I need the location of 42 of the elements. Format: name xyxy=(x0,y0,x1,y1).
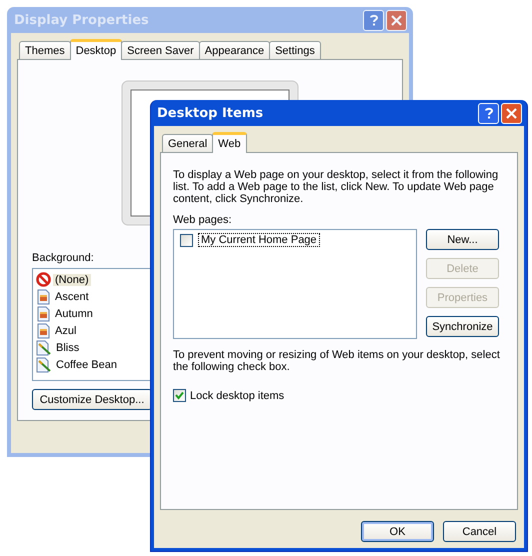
checkbox[interactable] xyxy=(173,389,186,402)
list-item[interactable]: Coffee Bean xyxy=(54,358,119,370)
close-icon xyxy=(506,108,517,118)
tab[interactable]: Web xyxy=(212,132,247,153)
instruction-text: To display a Web page on your desktop, select it from the following list. To add a Web page to the list, click New. To update Web page content, click Synchronize. xyxy=(173,169,500,205)
list-item[interactable]: Ascent xyxy=(53,290,91,302)
image-file-icon xyxy=(36,288,51,304)
help-button[interactable] xyxy=(363,10,384,30)
list-item[interactable]: (None) xyxy=(53,274,91,286)
tab[interactable]: Desktop xyxy=(70,39,122,60)
paint-file-icon xyxy=(36,356,52,372)
paint-file-icon xyxy=(36,340,52,356)
web-pages-label: Web pages: xyxy=(173,214,233,226)
help-button[interactable] xyxy=(478,102,499,124)
action-button[interactable]: New... xyxy=(426,229,499,250)
image-file-icon xyxy=(36,306,51,322)
no-entry-icon xyxy=(36,272,51,287)
tab[interactable]: Screen Saver xyxy=(121,41,200,59)
action-button[interactable]: Synchronize xyxy=(426,316,499,337)
window-title: Display Properties xyxy=(14,12,150,28)
list-item[interactable]: Azul xyxy=(53,324,78,336)
tab[interactable]: Settings xyxy=(269,41,321,59)
close-icon xyxy=(391,14,402,26)
checkbox[interactable] xyxy=(180,234,193,246)
tab[interactable]: Appearance xyxy=(198,41,270,59)
close-button[interactable] xyxy=(501,102,522,124)
dialog-title: Desktop Items xyxy=(157,106,264,120)
image-file-icon xyxy=(36,322,51,338)
close-button[interactable] xyxy=(386,10,407,30)
help-icon xyxy=(484,107,494,119)
dialog-button[interactable]: OK xyxy=(361,521,434,542)
dialog-button[interactable]: Cancel xyxy=(443,521,516,542)
background-label: Background: xyxy=(32,252,95,264)
checkbox-label: Lock desktop items xyxy=(190,390,284,402)
help-icon xyxy=(368,14,378,26)
customize-desktop-button[interactable]: Customize Desktop... xyxy=(32,389,152,410)
list-item[interactable]: My Current Home Page xyxy=(198,233,320,247)
list-item[interactable]: Autumn xyxy=(53,308,95,320)
tab[interactable]: General xyxy=(162,134,214,152)
tab[interactable]: Themes xyxy=(19,41,71,59)
web-pages-list[interactable]: My Current Home Page xyxy=(173,229,417,339)
list-item[interactable]: Bliss xyxy=(54,342,82,354)
